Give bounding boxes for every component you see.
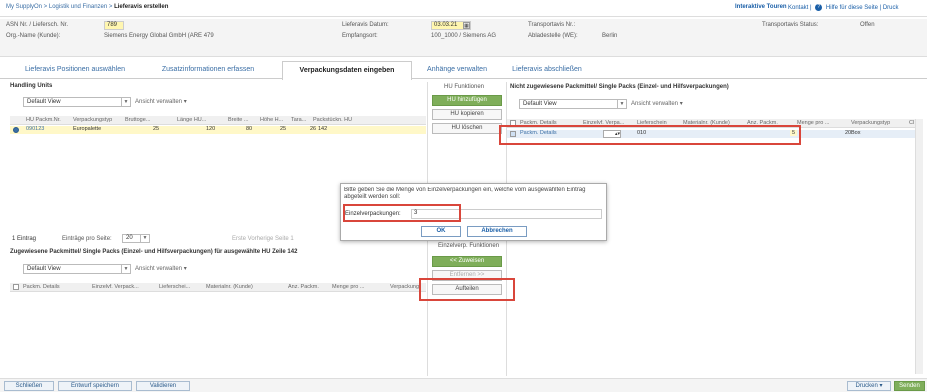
hu-functions-title: HU Funktionen (444, 84, 485, 90)
tab-finish[interactable]: Lieferavis abschließen (506, 61, 588, 79)
highlight-split-button (419, 278, 515, 301)
asn-field[interactable]: 789 (104, 21, 124, 30)
tab-packaging[interactable]: Verpackungsdaten eingeben (282, 61, 412, 80)
hu-view-select[interactable]: Default View ▼ (23, 97, 131, 107)
hu-cell-gross: 25 (153, 126, 160, 132)
tab-positions[interactable]: Lieferavis Positionen auswählen (10, 61, 140, 79)
select-all-checkbox[interactable] (13, 284, 19, 290)
help-links: Kontakt | ? Hilfe für diese Seite | Druc… (788, 4, 899, 11)
table-row[interactable]: 090123 Europalette 25 120 80 25 26 142 (10, 126, 426, 134)
recipient-value: 100_1000 / Siemens AG (431, 33, 497, 39)
hu-cell-type: Europalette (73, 126, 102, 132)
as-col-details[interactable]: Packm. Details (23, 284, 60, 290)
contact-link[interactable]: Kontakt | (788, 5, 812, 11)
recipient-label: Empfangsort: (342, 33, 378, 39)
hu-cell-pieceno: 142 (318, 126, 328, 132)
unloading-label: Abladestelle (WE): (528, 33, 578, 39)
ua-col-qty[interactable]: Menge pro ... (797, 120, 829, 126)
dialog-message: Bitte geben Sie die Menge von Einzelverp… (344, 187, 586, 200)
hu-cell-height: 25 (280, 126, 287, 132)
interactive-tours-link[interactable]: Interaktive Touren (735, 4, 787, 10)
calendar-icon[interactable]: ▦ (463, 22, 470, 29)
hu-col-gross[interactable]: Bruttoge... (125, 117, 150, 123)
ua-col-cl[interactable]: Cl (909, 120, 914, 126)
highlight-quantity-field (343, 204, 461, 222)
cancel-button[interactable]: Abbrechen (467, 226, 527, 237)
tab-attachments[interactable]: Anhänge verwalten (420, 61, 494, 79)
hu-col-type[interactable]: Verpackungstyp (73, 117, 112, 123)
step-tabs: Lieferavis Positionen auswählen Zusatzin… (0, 61, 927, 80)
hu-cell-length: 120 (206, 126, 216, 132)
hu-cell-tara: 26 (310, 126, 317, 132)
breadcrumb-current: Lieferavis erstellen (114, 4, 169, 10)
hu-entry-count: 1 Eintrag (12, 236, 37, 242)
help-link[interactable]: Hilfe für diese Seite | Druck (826, 5, 899, 11)
tab-additional-info[interactable]: Zusatzinformationen erfassen (148, 61, 268, 79)
hu-col-packm[interactable]: HU Packm.Nr. (26, 117, 61, 123)
top-bar: My SupplyOn > Logistik und Finanzen > Li… (0, 0, 927, 17)
send-button[interactable]: Senden (894, 381, 925, 391)
delete-hu-button[interactable]: HU löschen (432, 123, 502, 134)
footer-bar: Schließen Entwurf speichern Validieren D… (0, 378, 927, 392)
unassigned-panel-title: Nicht zugewiesene Packmittel/ Single Pac… (510, 84, 729, 90)
hu-col-height[interactable]: Höhe H... (260, 117, 283, 123)
validate-button[interactable]: Validieren (136, 381, 190, 391)
transport-label: Transportavis Nr.: (528, 22, 576, 28)
org-value: Siemens Energy Global GmbH (ARE 479 (104, 33, 214, 39)
hu-manage-views-link[interactable]: Ansicht verwalten ▾ (135, 98, 187, 105)
hu-cell-packm[interactable]: 090123 (26, 126, 44, 132)
as-col-delivery[interactable]: Lieferschei... (159, 284, 190, 290)
assigned-table-header: Packm. Details Einzelvf. Verpack... Lief… (10, 283, 426, 292)
hu-table-header: HU Packm.Nr. Verpackungstyp Bruttoge... … (10, 116, 426, 125)
hu-col-width[interactable]: Breite ... (228, 117, 248, 123)
as-col-qty[interactable]: Menge pro ... (332, 284, 364, 290)
as-col-count[interactable]: Anz. Packm. (288, 284, 319, 290)
hu-col-length[interactable]: Länge HU... (177, 117, 206, 123)
assigned-panel-title: Zugewiesene Packmittel/ Single Packs (Ei… (10, 249, 298, 255)
assign-button[interactable]: << Zuweisen (432, 256, 502, 267)
ua-cell-type: Box (851, 130, 861, 136)
hu-panel-title: Handling Units (10, 83, 53, 89)
date-label: Lieferavis Datum: (342, 22, 389, 28)
as-col-type[interactable]: Verpackung (390, 284, 419, 290)
unassigned-view-select[interactable]: Default View ▼ (519, 99, 627, 109)
save-draft-button[interactable]: Entwurf speichern (58, 381, 132, 391)
help-icon[interactable]: ? (815, 4, 823, 11)
org-label: Org.-Name (Kunde): (6, 33, 61, 39)
hu-col-pieceno[interactable]: Packstückn. HU (313, 117, 352, 123)
per-page-label: Einträge pro Seite: (62, 236, 112, 242)
add-hu-button[interactable]: HU hinzufügen (432, 95, 502, 106)
status-value: Offen (860, 22, 875, 28)
assigned-view-select[interactable]: Default View ▼ (23, 264, 131, 274)
chevron-down-icon: ▼ (140, 235, 149, 242)
asn-header: ASN Nr. / Liefersch. Nr. 789 Org.-Name (… (0, 19, 927, 57)
scrollbar[interactable] (915, 119, 923, 374)
asn-label: ASN Nr. / Liefersch. Nr. (6, 22, 69, 28)
close-button[interactable]: Schließen (4, 381, 54, 391)
unassigned-manage-views-link[interactable]: Ansicht verwalten ▾ (631, 100, 683, 107)
chevron-down-icon: ▼ (617, 100, 626, 108)
print-button[interactable]: Drucken ▾ (847, 381, 891, 391)
as-col-single[interactable]: Einzelvf. Verpack... (92, 284, 139, 290)
breadcrumb-path[interactable]: My SupplyOn > Logistik und Finanzen > (6, 4, 114, 10)
hu-cell-width: 80 (246, 126, 253, 132)
status-label: Transportavis Status: (762, 22, 819, 28)
ok-button[interactable]: OK (421, 226, 461, 237)
row-radio[interactable] (13, 127, 19, 133)
hu-col-tara[interactable]: Tara... (291, 117, 306, 123)
per-page-select[interactable]: 20 ▼ (122, 234, 150, 243)
unloading-value: Berlin (602, 33, 618, 39)
copy-hu-button[interactable]: HU kopieren (432, 109, 502, 120)
as-col-material[interactable]: Materialnr. (Kunde) (206, 284, 253, 290)
breadcrumb: My SupplyOn > Logistik und Finanzen > Li… (6, 4, 168, 10)
chevron-down-icon: ▼ (121, 98, 130, 106)
pager[interactable]: Erste Vorherige Seite 1 (232, 236, 294, 242)
chevron-down-icon: ▼ (121, 265, 130, 273)
assigned-manage-views-link[interactable]: Ansicht verwalten ▾ (135, 265, 187, 272)
highlight-unassigned-row (499, 125, 801, 145)
ua-col-type[interactable]: Verpackungstyp (851, 120, 890, 126)
single-functions-title: Einzelverp. Funktionen (438, 243, 500, 249)
